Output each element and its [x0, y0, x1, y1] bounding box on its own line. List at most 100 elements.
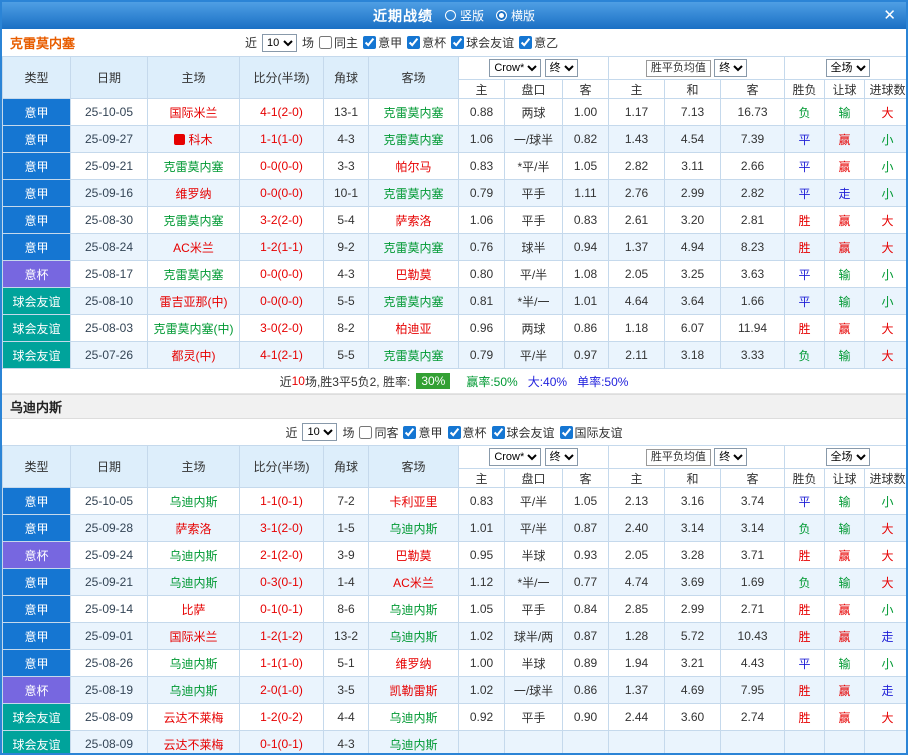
away-team-link[interactable]: 帕尔马 — [395, 160, 431, 174]
away-team-link[interactable]: 克雷莫内塞 — [383, 241, 443, 255]
close-icon[interactable]: ✕ — [883, 6, 896, 24]
home-team-link[interactable]: 克雷莫内塞(中) — [154, 322, 234, 336]
league-type-badge: 意甲 — [2, 649, 71, 677]
corner-count: 7-2 — [323, 487, 369, 515]
filter-checkbox[interactable] — [451, 36, 465, 49]
filter-option-2[interactable]: 意杯 — [407, 34, 446, 51]
home-team-link[interactable]: 维罗纳 — [175, 187, 211, 201]
home-team-link[interactable]: 云达不莱梅 — [163, 738, 223, 752]
home-team-cell: 乌迪内斯 — [147, 568, 240, 596]
home-team-link[interactable]: 科木 — [188, 133, 212, 147]
away-team-link[interactable]: 乌迪内斯 — [389, 738, 437, 752]
home-team-link[interactable]: 乌迪内斯 — [169, 549, 217, 563]
away-team-link[interactable]: 乌迪内斯 — [389, 603, 437, 617]
away-team-link[interactable]: 乌迪内斯 — [389, 522, 437, 536]
period-select[interactable]: 全场 — [825, 448, 870, 466]
col-goals: 进球数 — [864, 468, 906, 488]
home-team-link[interactable]: 雷吉亚那(中) — [160, 295, 228, 309]
filter-checkbox[interactable] — [519, 36, 533, 49]
result-flag: 胜 — [784, 703, 826, 731]
home-team-link[interactable]: 克雷莫内塞 — [163, 214, 223, 228]
away-team-link[interactable]: 克雷莫内塞 — [383, 106, 443, 120]
match-score: 4-1(2-0) — [239, 98, 324, 126]
away-team-link[interactable]: 萨索洛 — [395, 214, 431, 228]
filter-option-0[interactable]: 同客 — [359, 424, 398, 441]
match-score: 4-1(2-1) — [239, 341, 324, 369]
filter-option-0[interactable]: 同主 — [319, 34, 358, 51]
filter-option-1[interactable]: 意甲 — [403, 424, 443, 441]
odds-stage-select[interactable]: 终 — [544, 448, 578, 466]
filter-option-3[interactable]: 球会友谊 — [451, 34, 514, 51]
away-team-link[interactable]: 克雷莫内塞 — [383, 187, 443, 201]
filter-option-4[interactable]: 意乙 — [519, 34, 558, 51]
home-team-link[interactable]: 乌迪内斯 — [169, 495, 217, 509]
away-team-link[interactable]: 卡利亚里 — [389, 495, 437, 509]
wdl-stage-select[interactable]: 终 — [714, 58, 748, 77]
away-team-link[interactable]: 维罗纳 — [395, 657, 431, 671]
away-team-link[interactable]: 巴勒莫 — [395, 549, 431, 563]
odds-company-select[interactable]: Crow* — [489, 448, 542, 466]
home-team-link[interactable]: 国际米兰 — [169, 106, 217, 120]
wdl-stage-select[interactable]: 终 — [714, 447, 748, 466]
home-team-link[interactable]: 乌迪内斯 — [169, 684, 217, 698]
away-team-link[interactable]: 乌迪内斯 — [389, 630, 437, 644]
away-team-link[interactable]: 克雷莫内塞 — [383, 349, 443, 363]
filter-checkbox[interactable] — [491, 425, 505, 439]
home-odds: 1.12 — [458, 568, 505, 596]
avg-win-odds: 2.44 — [608, 703, 666, 731]
home-team-link[interactable]: 萨索洛 — [175, 522, 211, 536]
filter-checkbox[interactable] — [319, 36, 333, 49]
match-row: 球会友谊 25-08-03 克雷莫内塞(中) 3-0(2-0) 8-2 柏迪亚 0.96 两球… — [2, 314, 906, 342]
filter-option-3[interactable]: 球会友谊 — [491, 424, 555, 441]
odds-company-select[interactable]: Crow* — [489, 59, 542, 77]
away-team-link[interactable]: 凯勒雷斯 — [389, 684, 437, 698]
away-team-link[interactable]: 克雷莫内塞 — [383, 295, 443, 309]
home-team-link[interactable]: 乌迪内斯 — [169, 657, 217, 671]
home-team-link[interactable]: 云达不莱梅 — [163, 711, 223, 725]
home-odds: 1.06 — [458, 206, 505, 234]
period-select[interactable]: 全场 — [825, 59, 870, 77]
avg-lose-odds: 1.66 — [720, 287, 786, 315]
away-team-link[interactable]: AC米兰 — [393, 576, 434, 590]
filter-checkbox[interactable] — [363, 36, 377, 49]
handicap-result-flag: 赢 — [824, 152, 866, 180]
match-count-select[interactable]: 10 — [302, 423, 338, 441]
handicap-result-flag: 赢 — [824, 233, 866, 261]
layout-radio-vertical[interactable]: 竖版 — [444, 7, 484, 24]
away-team-link[interactable]: 巴勒莫 — [395, 268, 431, 282]
avg-win-odds: 2.05 — [608, 260, 666, 288]
filter-checkbox[interactable] — [407, 36, 421, 49]
avg-lose-odds: 3.63 — [720, 260, 786, 288]
filter-option-2[interactable]: 意杯 — [447, 424, 487, 441]
filter-option-1[interactable]: 意甲 — [363, 34, 402, 51]
filter-option-4[interactable]: 国际友谊 — [559, 424, 623, 441]
handicap-result-flag: 赢 — [824, 314, 866, 342]
odds-stage-select[interactable]: 终 — [544, 59, 578, 77]
corner-count: 3-9 — [323, 541, 369, 569]
away-team-link[interactable]: 乌迪内斯 — [389, 711, 437, 725]
match-score: 0-0(0-0) — [239, 287, 324, 315]
home-team-link[interactable]: 比萨 — [181, 603, 205, 617]
handicap-result-flag: 输 — [824, 514, 866, 542]
home-team-link[interactable]: 克雷莫内塞 — [163, 160, 223, 174]
away-team-link[interactable]: 柏迪亚 — [395, 322, 431, 336]
filter-checkbox[interactable] — [403, 425, 417, 439]
filter-checkbox[interactable] — [559, 425, 573, 439]
matches-label: 场 — [342, 425, 355, 440]
filter-checkbox[interactable] — [359, 425, 373, 439]
avg-lose-odds: 8.23 — [720, 233, 786, 261]
col-handicap-result: 让球 — [824, 79, 866, 99]
avg-draw-odds: 3.20 — [664, 206, 722, 234]
avg-lose-odds: 2.71 — [720, 595, 786, 623]
home-team-link[interactable]: AC米兰 — [173, 241, 214, 255]
filter-checkbox[interactable] — [447, 425, 461, 439]
home-team-link[interactable]: 克雷莫内塞 — [163, 268, 223, 282]
home-team-link[interactable]: 都灵(中) — [172, 349, 216, 363]
home-team-cell: 科木 — [147, 125, 240, 153]
home-team-link[interactable]: 国际米兰 — [169, 630, 217, 644]
away-team-link[interactable]: 克雷莫内塞 — [383, 133, 443, 147]
home-team-link[interactable]: 乌迪内斯 — [169, 576, 217, 590]
match-count-select[interactable]: 10 — [262, 33, 298, 52]
goals-flag: 大 — [864, 568, 906, 596]
layout-radio-horizontal[interactable]: 横版 — [496, 7, 535, 24]
